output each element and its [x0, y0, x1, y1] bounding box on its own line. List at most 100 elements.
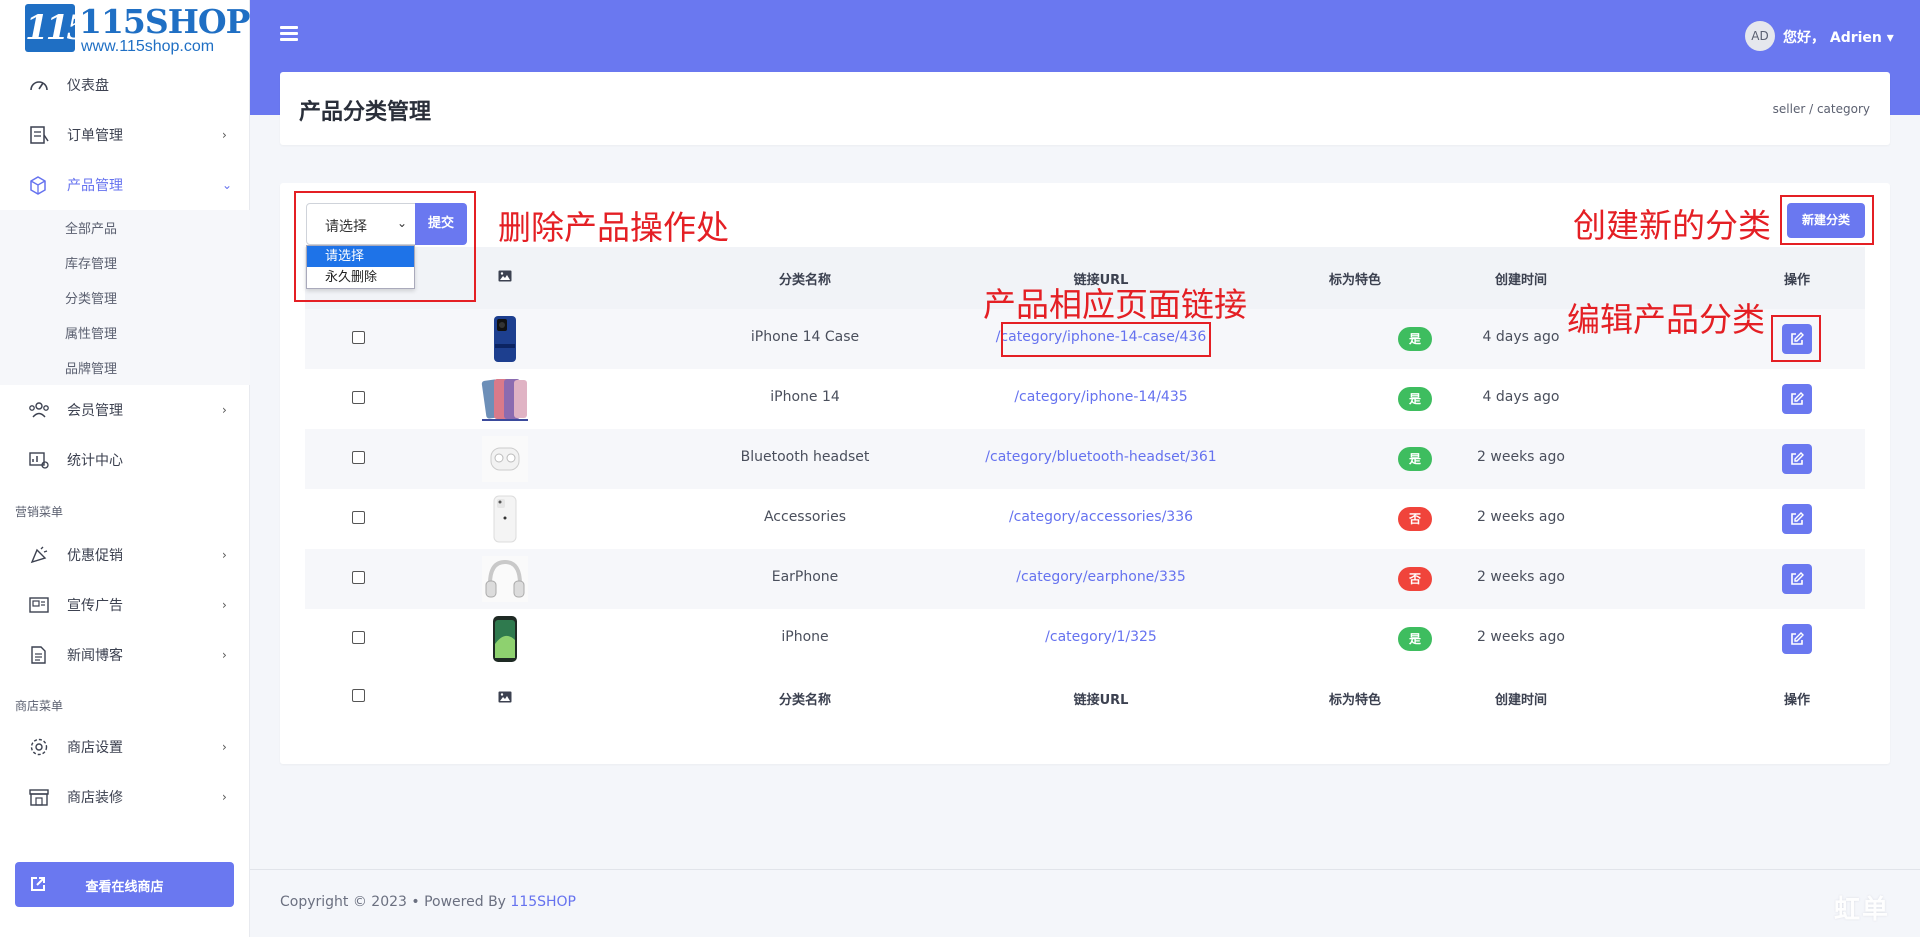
table-row: Accessories /category/accessories/336 否 …: [305, 489, 1865, 549]
chevron-down-icon: ⌄: [222, 178, 233, 192]
dropdown-option-placeholder[interactable]: 请选择: [307, 246, 414, 267]
column-header-name: 分类名称: [778, 693, 831, 708]
created-time: 2 weeks ago: [1477, 509, 1565, 525]
sidebar-item-promotion[interactable]: 优惠促销 ›: [0, 530, 250, 580]
breadcrumb[interactable]: seller / category: [1773, 102, 1870, 116]
row-checkbox[interactable]: [352, 451, 365, 464]
sidebar-item-ads[interactable]: 宣传广告 ›: [0, 580, 250, 630]
new-category-button[interactable]: 新建分类: [1787, 203, 1865, 238]
edit-icon: [1791, 332, 1804, 345]
sidebar-item-orders[interactable]: 订单管理 ›: [0, 110, 250, 160]
sidebar-item-label: 产品管理: [67, 178, 123, 194]
sidebar-item-members[interactable]: 会员管理 ›: [0, 385, 250, 435]
sidebar-item-label: 优惠促销: [67, 548, 123, 564]
category-url-link[interactable]: /category/1/325: [951, 629, 1251, 645]
bulk-action-dropdown: 请选择 永久删除: [306, 245, 415, 289]
promotion-icon: [30, 546, 48, 564]
orders-icon: [30, 126, 49, 144]
edit-icon: [1791, 512, 1804, 525]
products-submenu: 全部产品 库存管理 分类管理 属性管理 品牌管理: [0, 210, 250, 385]
category-url-link[interactable]: /category/accessories/336: [951, 509, 1251, 525]
column-header-created: 创建时间: [1494, 693, 1547, 708]
user-menu[interactable]: 您好， Adrien ▾: [1783, 27, 1894, 47]
row-checkbox[interactable]: [352, 571, 365, 584]
dropdown-option-delete[interactable]: 永久删除: [307, 267, 414, 288]
edit-button[interactable]: [1782, 444, 1812, 474]
annotation-product-link: 产品相应页面链接: [983, 285, 1247, 324]
category-thumbnail: [481, 379, 528, 421]
edit-icon: [1791, 632, 1804, 645]
copyright: Copyright © 2023 • Powered By 115SHOP: [280, 894, 576, 910]
sidebar-item-products[interactable]: 产品管理 ⌄: [0, 160, 250, 210]
decor-icon: [29, 789, 49, 806]
chevron-right-icon: ›: [222, 740, 227, 754]
view-online-shop-button[interactable]: 查看在线商店: [15, 862, 234, 907]
bulk-action-select[interactable]: 请选择 ⌄: [306, 203, 416, 245]
edit-button[interactable]: [1782, 324, 1812, 354]
stats-icon: [29, 452, 49, 469]
watermark: 虹单: [1834, 895, 1891, 925]
submenu-all-products[interactable]: 全部产品: [65, 218, 117, 237]
category-url-link[interactable]: /category/iphone-14-case/436: [951, 329, 1251, 345]
ads-icon: [29, 597, 49, 613]
submenu-brands[interactable]: 品牌管理: [65, 358, 117, 377]
logo-site: www.115shop.com: [81, 38, 215, 55]
row-checkbox[interactable]: [352, 391, 365, 404]
submenu-categories[interactable]: 分类管理: [65, 288, 117, 307]
category-thumbnail: [493, 495, 517, 543]
edit-button[interactable]: [1782, 504, 1812, 534]
row-checkbox[interactable]: [352, 511, 365, 524]
settings-icon: [30, 738, 48, 756]
submenu-inventory[interactable]: 库存管理: [65, 253, 117, 272]
sidebar-item-label: 仪表盘: [67, 78, 109, 94]
footer-brand-link[interactable]: 115SHOP: [510, 894, 576, 910]
section-title-shop: 商店菜单: [15, 699, 64, 713]
sidebar-item-label: 订单管理: [67, 128, 123, 144]
category-url-link[interactable]: /category/iphone-14/435: [951, 389, 1251, 405]
category-name: EarPhone: [771, 569, 839, 585]
created-time: 4 days ago: [1482, 389, 1560, 405]
menu-toggle-icon[interactable]: [280, 26, 298, 42]
annotation-delete-area: 删除产品操作处: [498, 208, 729, 247]
products-icon: [30, 176, 46, 195]
sidebar-item-dashboard[interactable]: 仪表盘: [0, 60, 250, 110]
sidebar-item-label: 宣传广告: [67, 598, 123, 614]
sidebar-item-shop-settings[interactable]: 商店设置 ›: [0, 722, 250, 772]
view-shop-label: 查看在线商店: [85, 880, 164, 895]
logo[interactable]: 115 115SHOP www.115shop.com: [25, 2, 250, 56]
submenu-attributes[interactable]: 属性管理: [65, 323, 117, 342]
edit-button[interactable]: [1782, 564, 1812, 594]
chevron-right-icon: ›: [222, 403, 227, 417]
category-name: iPhone: [781, 629, 829, 645]
avatar[interactable]: AD: [1745, 21, 1775, 51]
row-checkbox[interactable]: [352, 331, 365, 344]
page-header-card: 产品分类管理 seller / category: [280, 72, 1890, 145]
edit-icon: [1791, 452, 1804, 465]
blog-icon: [31, 646, 46, 664]
sidebar-item-blog[interactable]: 新闻博客 ›: [0, 630, 250, 680]
table-row: iPhone 14 /category/iphone-14/435 是 4 da…: [305, 369, 1865, 429]
table-row: Bluetooth headset /category/bluetooth-he…: [305, 429, 1865, 489]
column-header-actions: 操作: [1783, 273, 1810, 288]
column-header-url: 链接URL: [1073, 693, 1129, 708]
column-header-featured: 标为特色: [1328, 273, 1381, 288]
chevron-right-icon: ›: [222, 648, 227, 662]
table-footer-header: 分类名称 链接URL 标为特色 创建时间 操作: [305, 667, 1865, 729]
dashboard-icon: [30, 81, 48, 91]
footer-select-all-checkbox[interactable]: [352, 689, 365, 702]
category-url-link[interactable]: /category/bluetooth-headset/361: [951, 449, 1251, 465]
sidebar-item-label: 商店装修: [67, 790, 123, 806]
row-checkbox[interactable]: [352, 631, 365, 644]
sidebar-item-stats[interactable]: 统计中心: [0, 435, 250, 485]
table-row: iPhone /category/1/325 是 2 weeks ago: [305, 609, 1865, 669]
edit-button[interactable]: [1782, 384, 1812, 414]
category-url-link[interactable]: /category/earphone/335: [951, 569, 1251, 585]
category-name: iPhone 14: [770, 389, 840, 405]
edit-button[interactable]: [1782, 624, 1812, 654]
chevron-right-icon: ›: [222, 548, 227, 562]
sidebar-item-shop-decor[interactable]: 商店装修 ›: [0, 772, 250, 822]
sidebar-item-label: 会员管理: [67, 403, 123, 419]
created-time: 2 weeks ago: [1477, 629, 1565, 645]
bulk-submit-button[interactable]: 提交: [415, 203, 467, 245]
category-name: Accessories: [763, 509, 847, 525]
